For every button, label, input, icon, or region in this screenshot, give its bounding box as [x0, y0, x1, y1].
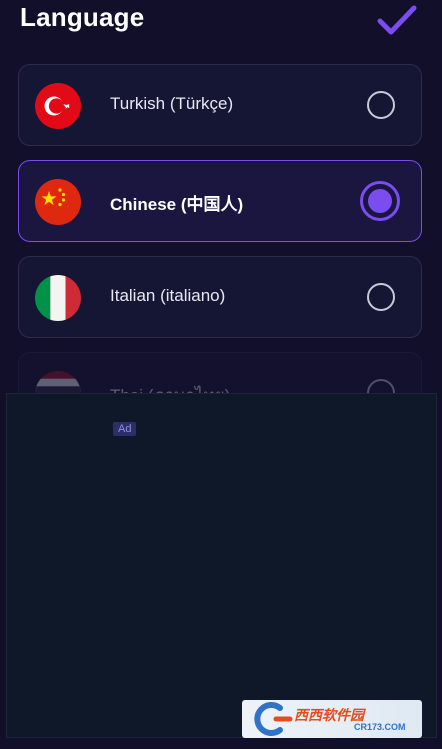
language-item-chinese[interactable]: Chinese (中国人)	[18, 160, 422, 242]
ad-banner[interactable]: Ad	[6, 393, 437, 738]
radio-button[interactable]	[367, 91, 395, 119]
header: Language	[0, 0, 442, 52]
radio-button-selected[interactable]	[360, 181, 400, 221]
watermark-subtext: CR173.COM	[354, 722, 406, 732]
watermark-c-icon	[254, 702, 293, 736]
language-label: Turkish (Türkçe)	[110, 94, 234, 113]
confirm-button[interactable]	[376, 4, 418, 38]
checkmark-icon	[377, 5, 417, 35]
radio-button[interactable]	[367, 283, 395, 311]
ad-badge: Ad	[113, 422, 137, 436]
turkey-flag-icon	[35, 83, 81, 129]
language-item-italian[interactable]: Italian (italiano)	[18, 256, 422, 338]
language-label: Italian (italiano)	[110, 286, 226, 305]
language-label: Chinese (中国人)	[110, 195, 244, 214]
italy-flag-icon	[35, 275, 81, 321]
china-flag-icon	[35, 179, 81, 225]
language-item-turkish[interactable]: Turkish (Türkçe)	[18, 64, 422, 146]
watermark-logo: 西西软件园 CR173.COM	[242, 700, 422, 738]
page-title: Language	[20, 2, 145, 32]
language-list: Turkish (Türkçe) Chinese (中国人) Italian (…	[18, 64, 424, 448]
radio-dot	[368, 189, 392, 213]
